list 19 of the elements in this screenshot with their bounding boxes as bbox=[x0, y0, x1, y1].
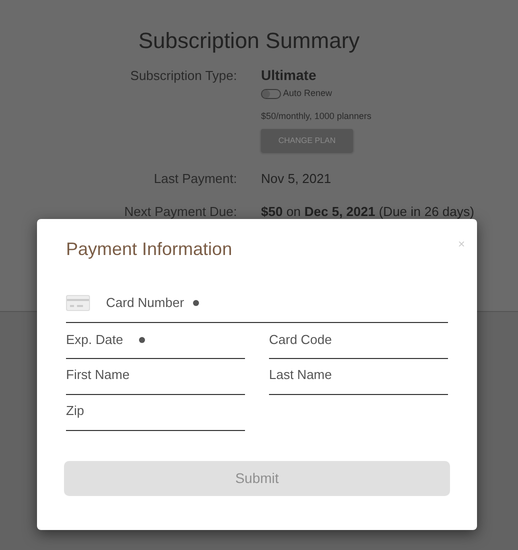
field-label: Subscription Type: bbox=[129, 67, 237, 85]
field-value: $50 on Dec 5, 2021 (Due in 26 days) bbox=[261, 202, 474, 221]
field-label: Last Payment: bbox=[152, 170, 237, 188]
field-value: Nov 5, 2021 bbox=[261, 170, 332, 188]
input-field[interactable]: Last Name bbox=[269, 365, 419, 384]
toggle-label: Auto Renew bbox=[283, 87, 332, 100]
input-field[interactable]: First Name bbox=[66, 365, 216, 384]
field-label: Next Payment Due: bbox=[123, 202, 237, 221]
credit-card-icon bbox=[66, 294, 90, 310]
input-field[interactable]: Exp. Date bbox=[66, 330, 137, 350]
input-field[interactable]: Zip bbox=[66, 401, 216, 420]
input-field[interactable]: Card Number bbox=[106, 292, 192, 312]
input-field[interactable]: Card Code bbox=[269, 330, 419, 350]
plan-name: Ultimate bbox=[261, 66, 316, 85]
dialog-title: Payment Information bbox=[66, 238, 232, 261]
plan-details: $50/monthly, 1000 planners bbox=[261, 110, 372, 123]
close-button[interactable]: × bbox=[458, 236, 465, 252]
auto-renew-toggle[interactable] bbox=[261, 88, 281, 99]
page-title: Subscription Summary bbox=[137, 27, 361, 55]
